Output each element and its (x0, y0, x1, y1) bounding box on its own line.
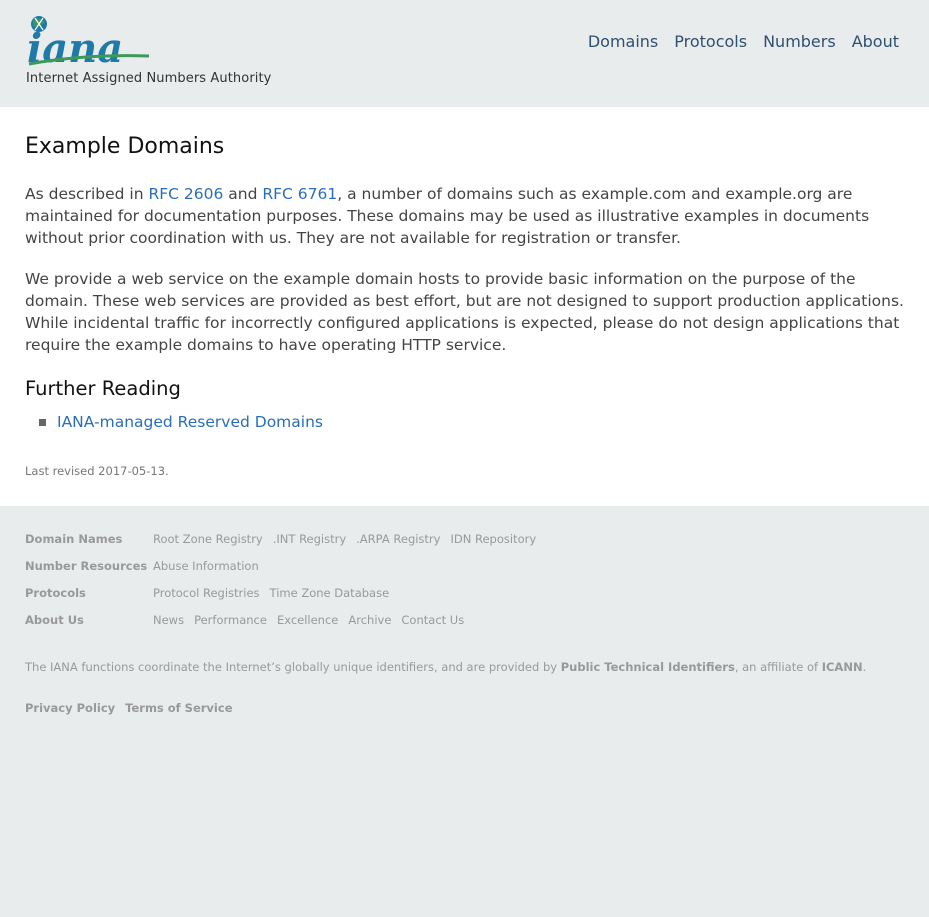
iana-logo[interactable]: iana Internet Assigned Numbers Authority (25, 14, 271, 90)
footer-heading-protocols[interactable]: Protocols (25, 586, 86, 600)
footer-note: The IANA functions coordinate the Intern… (25, 660, 866, 674)
last-revised: Last revised 2017-05-13. (25, 464, 169, 478)
para1-mid: and (223, 185, 263, 203)
rfc-2606-link[interactable]: RFC 2606 (148, 185, 223, 203)
footer-note-mid: , an affiliate of (734, 660, 822, 674)
arpa-registry-link[interactable]: .ARPA Registry (356, 532, 440, 546)
news-link[interactable]: News (153, 613, 184, 627)
site-footer: Domain Names Root Zone Registry .INT Reg… (0, 506, 929, 917)
footer-heading-about-us[interactable]: About Us (25, 613, 84, 627)
privacy-policy-link[interactable]: Privacy Policy (25, 701, 115, 715)
footer-note-suffix: . (862, 660, 867, 674)
main-nav: Domains Protocols Numbers About (588, 32, 899, 51)
performance-link[interactable]: Performance (194, 613, 267, 627)
footer-note-prefix: The IANA functions coordinate the Intern… (25, 660, 561, 674)
nav-numbers[interactable]: Numbers (763, 32, 836, 51)
time-zone-database-link[interactable]: Time Zone Database (270, 586, 390, 600)
reserved-domains-link[interactable]: IANA-managed Reserved Domains (57, 413, 323, 431)
footer-links: News Performance Excellence Archive Cont… (153, 613, 464, 627)
footer-links: Protocol Registries Time Zone Database (153, 586, 389, 600)
contact-us-link[interactable]: Contact Us (401, 613, 464, 627)
abuse-information-link[interactable]: Abuse Information (153, 559, 259, 573)
iana-logo-icon: iana (27, 16, 150, 70)
excellence-link[interactable]: Excellence (277, 613, 338, 627)
nav-domains[interactable]: Domains (588, 32, 658, 51)
terms-of-service-link[interactable]: Terms of Service (125, 701, 232, 715)
site-header: iana Internet Assigned Numbers Authority… (0, 0, 929, 107)
int-registry-link[interactable]: .INT Registry (273, 532, 346, 546)
root-zone-registry-link[interactable]: Root Zone Registry (153, 532, 263, 546)
page-title: Example Domains (25, 134, 225, 159)
list-item: IANA-managed Reserved Domains (25, 411, 323, 433)
further-reading-list: IANA-managed Reserved Domains (25, 411, 323, 433)
further-reading-heading: Further Reading (25, 377, 181, 400)
archive-link[interactable]: Archive (348, 613, 391, 627)
protocol-registries-link[interactable]: Protocol Registries (153, 586, 260, 600)
para1-prefix: As described in (25, 185, 149, 203)
icann-link[interactable]: ICANN (822, 660, 863, 674)
pti-link[interactable]: Public Technical Identifiers (561, 660, 735, 674)
idn-repository-link[interactable]: IDN Repository (450, 532, 536, 546)
intro-paragraph: As described in RFC 2606 and RFC 6761, a… (25, 183, 905, 249)
logo-subtitle: Internet Assigned Numbers Authority (26, 71, 272, 86)
footer-heading-number-resources[interactable]: Number Resources (25, 559, 147, 573)
bullet-icon (39, 419, 46, 426)
legal-links: Privacy Policy Terms of Service (25, 701, 233, 715)
footer-heading-domain-names[interactable]: Domain Names (25, 532, 122, 546)
pti-label: Public Technical Identifiers (560, 660, 735, 674)
nav-about[interactable]: About (852, 32, 899, 51)
footer-links: Root Zone Registry .INT Registry .ARPA R… (153, 532, 536, 546)
footer-links: Abuse Information (153, 559, 259, 573)
rfc-6761-link[interactable]: RFC 6761 (262, 185, 337, 203)
web-service-paragraph: We provide a web service on the example … (25, 270, 904, 354)
nav-protocols[interactable]: Protocols (674, 32, 747, 51)
main-content: Example Domains As described in RFC 2606… (0, 107, 929, 506)
icann-label: ICANN (821, 660, 863, 674)
